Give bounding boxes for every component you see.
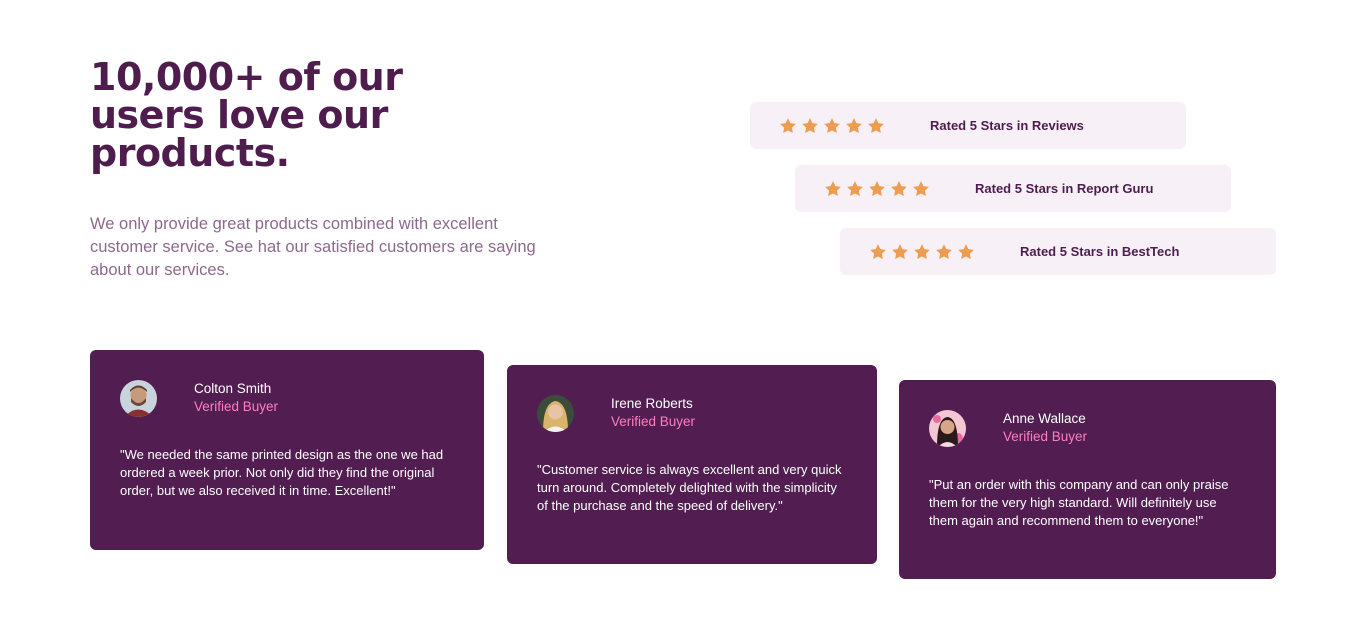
star-rating xyxy=(779,102,885,149)
intro-text: We only provide great products combined … xyxy=(90,215,536,279)
star-rating xyxy=(824,165,930,212)
star-icon xyxy=(890,180,908,198)
rating-label: Rated 5 Stars in Report Guru xyxy=(975,181,1154,196)
avatar xyxy=(120,380,157,417)
testimonial-card: Irene Roberts Verified Buyer "Customer s… xyxy=(507,365,877,564)
star-rating xyxy=(869,228,975,275)
star-icon xyxy=(891,243,909,261)
star-icon xyxy=(845,117,863,135)
star-icon xyxy=(779,117,797,135)
testimonial-quote: "Customer service is always excellent an… xyxy=(537,462,842,513)
verified-badge: Verified Buyer xyxy=(1003,429,1088,444)
rating-reviews: Rated 5 Stars in Reviews xyxy=(750,102,1186,149)
verified-badge: Verified Buyer xyxy=(194,399,279,414)
avatar xyxy=(929,410,966,447)
rating-report-guru: Rated 5 Stars in Report Guru xyxy=(795,165,1231,212)
testimonial-quote: "Put an order with this company and can … xyxy=(929,477,1229,528)
star-icon xyxy=(823,117,841,135)
star-icon xyxy=(869,243,887,261)
avatar xyxy=(537,395,574,432)
rating-label: Rated 5 Stars in Reviews xyxy=(930,118,1084,133)
testimonial-quote: "We needed the same printed design as th… xyxy=(120,447,444,498)
rating-label: Rated 5 Stars in BestTech xyxy=(1020,244,1180,259)
star-icon xyxy=(801,117,819,135)
testimonial-card: Anne Wallace Verified Buyer "Put an orde… xyxy=(899,380,1276,579)
testimonial-card: Colton Smith Verified Buyer "We needed t… xyxy=(90,350,484,550)
star-icon xyxy=(867,117,885,135)
star-icon xyxy=(912,180,930,198)
reviewer-name: Anne Wallace xyxy=(1003,411,1086,426)
verified-badge: Verified Buyer xyxy=(611,414,696,429)
page-title: 10,000+ of our users love our products. xyxy=(90,55,403,175)
star-icon xyxy=(935,243,953,261)
reviewer-name: Colton Smith xyxy=(194,381,272,396)
testimonials-section: 10,000+ of our users love our products. … xyxy=(0,0,1366,643)
star-icon xyxy=(957,243,975,261)
reviewer-name: Irene Roberts xyxy=(611,396,693,411)
star-icon xyxy=(868,180,886,198)
rating-besttech: Rated 5 Stars in BestTech xyxy=(840,228,1276,275)
star-icon xyxy=(824,180,842,198)
star-icon xyxy=(846,180,864,198)
star-icon xyxy=(913,243,931,261)
